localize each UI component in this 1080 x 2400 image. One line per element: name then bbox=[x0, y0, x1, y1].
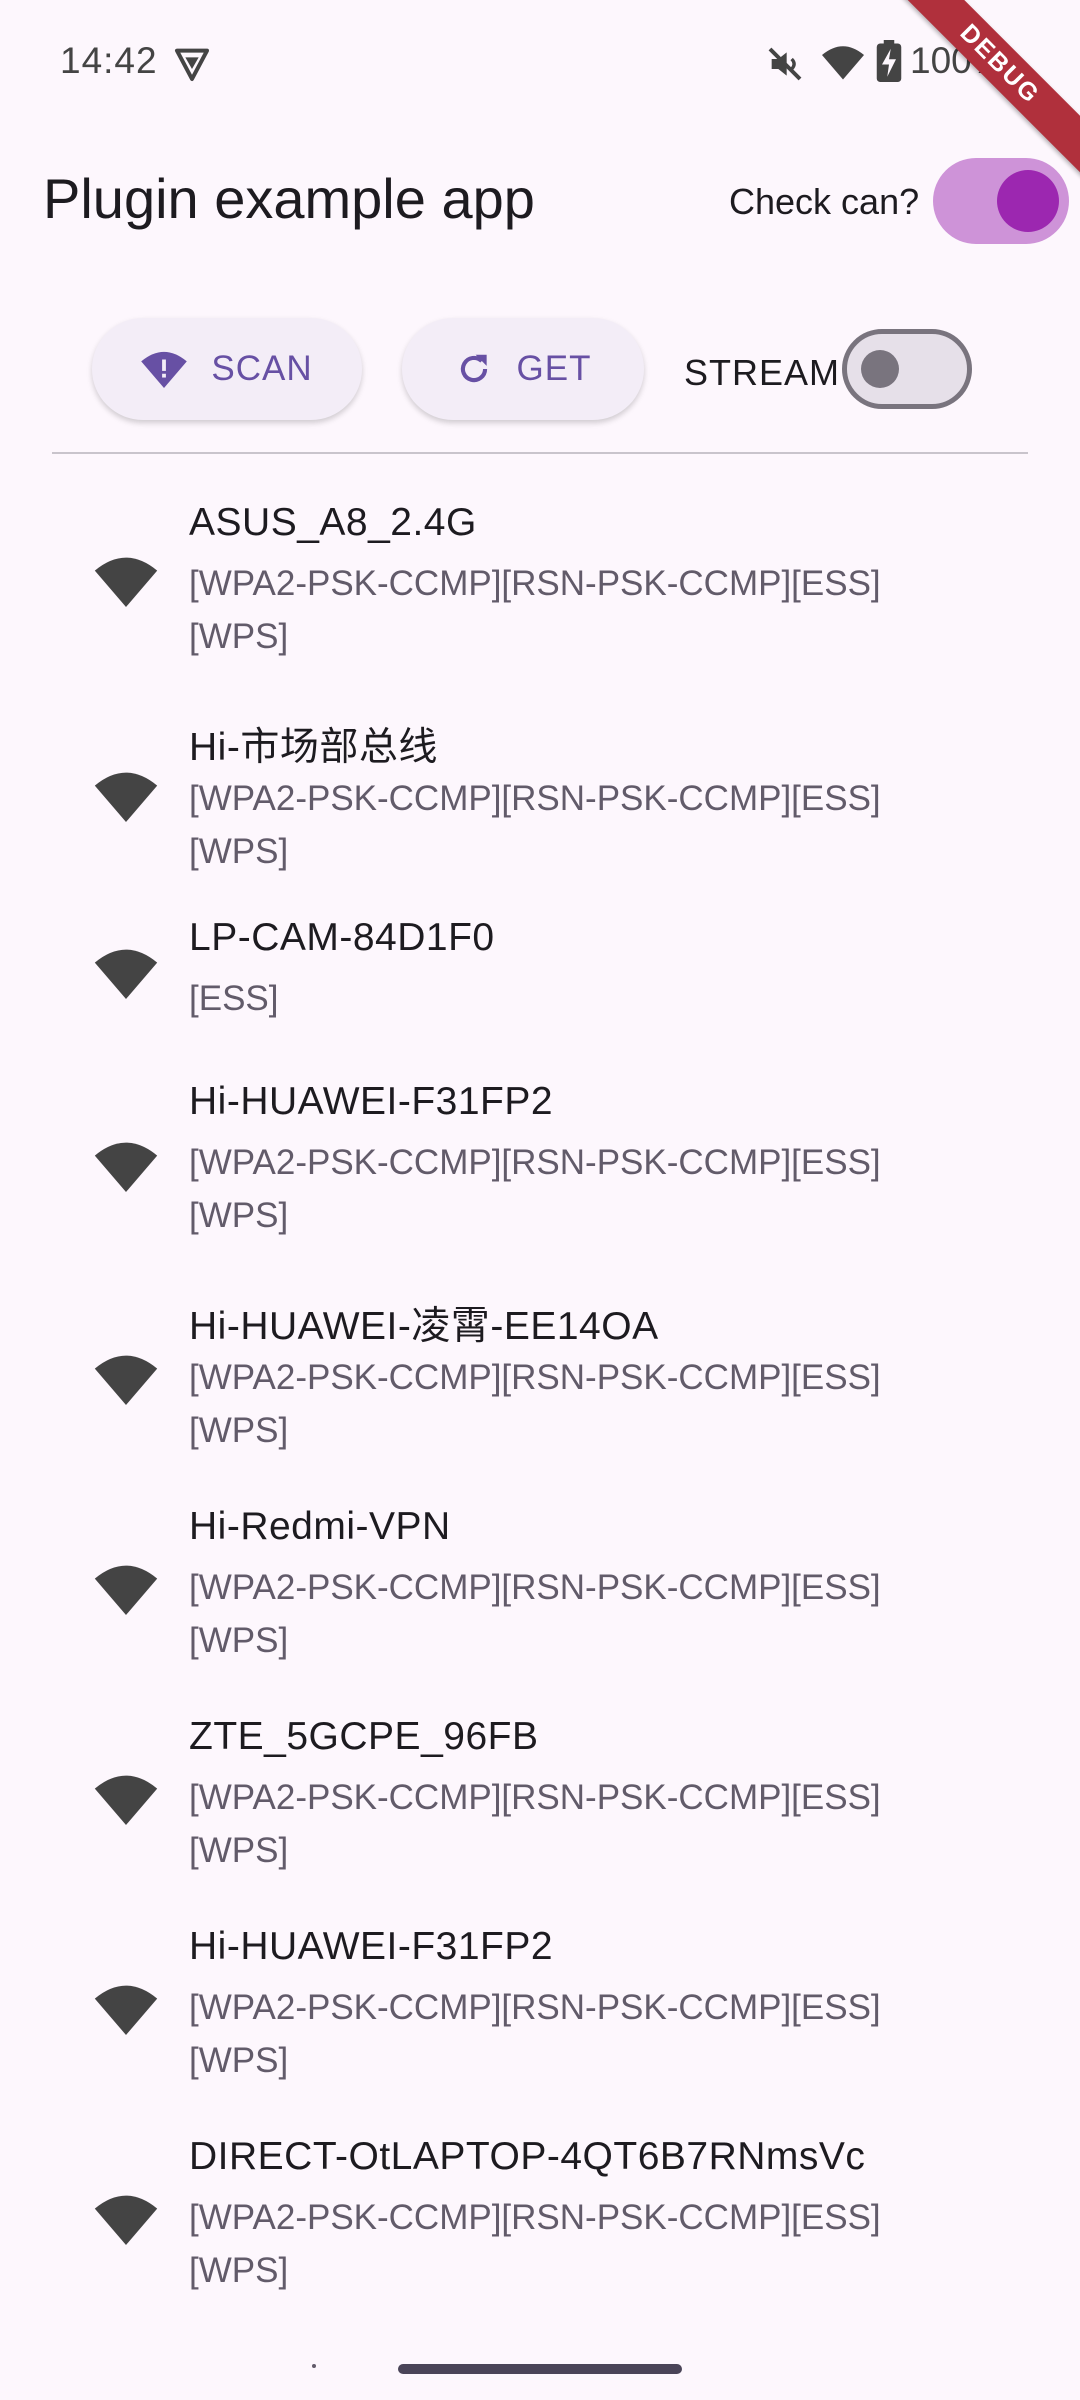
network-ssid: DIRECT-OtLAPTOP-4QT6B7RNmsVc bbox=[189, 2135, 866, 2178]
scan-button[interactable]: SCAN bbox=[92, 318, 362, 420]
list-item[interactable]: ASUS_A8_2.4G [WPA2-PSK-CCMP][RSN-PSK-CCM… bbox=[0, 455, 1080, 670]
list-item[interactable]: Hi-Redmi-VPN [WPA2-PSK-CCMP][RSN-PSK-CCM… bbox=[0, 1465, 1080, 1675]
network-capabilities: [WPA2-PSK-CCMP][RSN-PSK-CCMP][ESS] [WPS] bbox=[189, 1143, 881, 1235]
network-ssid: Hi-HUAWEI-F31FP2 bbox=[189, 1080, 554, 1123]
app-screen: 14:42 100% DEBUG Plugin example app Chec… bbox=[0, 0, 1080, 2400]
wifi-icon bbox=[94, 2195, 158, 2245]
network-capabilities: [WPA2-PSK-CCMP][RSN-PSK-CCMP][ESS] [WPS] bbox=[189, 1988, 881, 2080]
scan-label: SCAN bbox=[211, 349, 313, 388]
list-item[interactable]: Hi-HUAWEI-凌霄-EE14OA [WPA2-PSK-CCMP][RSN-… bbox=[0, 1255, 1080, 1465]
wifi-icon bbox=[94, 1985, 158, 2035]
check-can-label: Check can? bbox=[729, 181, 920, 222]
list-item[interactable]: DIRECT-OtLAPTOP-4QT6B7RNmsVc [WPA2-PSK-C… bbox=[0, 2095, 1080, 2305]
switch-thumb bbox=[997, 170, 1059, 232]
stream-switch[interactable] bbox=[842, 329, 972, 409]
battery-charging-icon bbox=[876, 40, 902, 82]
wifi-icon bbox=[94, 1355, 158, 1405]
network-ssid: Hi-Redmi-VPN bbox=[189, 1505, 451, 1548]
list-item[interactable]: Hi-HUAWEI-F31FP2 [WPA2-PSK-CCMP][RSN-PSK… bbox=[0, 1040, 1080, 1255]
network-ssid: ZTE_5GCPE_96FB bbox=[189, 1715, 539, 1758]
divider bbox=[52, 452, 1028, 454]
wifi-icon bbox=[94, 557, 158, 607]
list-item[interactable]: ZTE_5GCPE_96FB [WPA2-PSK-CCMP][RSN-PSK-C… bbox=[0, 1675, 1080, 1885]
network-ssid: LP-CAM-84D1F0 bbox=[189, 916, 495, 959]
wifi-icon bbox=[94, 772, 158, 822]
refresh-icon bbox=[460, 354, 487, 383]
wifi-icon bbox=[94, 1775, 158, 1825]
wifi-icon bbox=[94, 1565, 158, 1615]
switch-thumb bbox=[861, 350, 899, 388]
network-capabilities: [WPA2-PSK-CCMP][RSN-PSK-CCMP][ESS] [WPS] bbox=[189, 2198, 881, 2290]
network-capabilities: [WPA2-PSK-CCMP][RSN-PSK-CCMP][ESS] [WPS] bbox=[189, 564, 881, 656]
wifi-signal-icon bbox=[822, 46, 864, 80]
stream-label: STREAM bbox=[684, 352, 841, 393]
get-label: GET bbox=[516, 349, 592, 388]
wifi-find-icon bbox=[141, 351, 188, 388]
check-can-switch[interactable] bbox=[933, 158, 1069, 244]
wifi-icon bbox=[94, 1142, 158, 1192]
list-item[interactable]: LP-CAM-84D1F0 [ESS] bbox=[0, 890, 1080, 1040]
network-ssid: Hi-市场部总线 bbox=[189, 726, 438, 769]
network-ssid: Hi-HUAWEI-凌霄-EE14OA bbox=[189, 1305, 659, 1348]
network-ssid: Hi-HUAWEI-F31FP2 bbox=[189, 1925, 554, 1968]
mute-icon bbox=[768, 47, 802, 81]
network-capabilities: [WPA2-PSK-CCMP][RSN-PSK-CCMP][ESS] [WPS] bbox=[189, 1358, 881, 1450]
wifi-icon bbox=[94, 949, 158, 999]
network-capabilities: [WPA2-PSK-CCMP][RSN-PSK-CCMP][ESS] [WPS] bbox=[189, 779, 881, 871]
nav-dot bbox=[312, 2364, 316, 2368]
list-item[interactable]: Hi-市场部总线 [WPA2-PSK-CCMP][RSN-PSK-CCMP][E… bbox=[0, 670, 1080, 890]
list-item[interactable]: Hi-HUAWEI-F31FP2 [WPA2-PSK-CCMP][RSN-PSK… bbox=[0, 1885, 1080, 2095]
status-bar: 14:42 100% bbox=[0, 0, 1080, 120]
home-indicator[interactable] bbox=[398, 2364, 682, 2374]
status-time: 14:42 bbox=[60, 40, 158, 81]
network-capabilities: [ESS] bbox=[189, 979, 279, 1018]
network-capabilities: [WPA2-PSK-CCMP][RSN-PSK-CCMP][ESS] [WPS] bbox=[189, 1568, 881, 1660]
wifi-network-list: ASUS_A8_2.4G [WPA2-PSK-CCMP][RSN-PSK-CCM… bbox=[0, 455, 1080, 2305]
vpn-shield-icon bbox=[175, 48, 209, 81]
get-button[interactable]: GET bbox=[402, 318, 644, 420]
network-capabilities: [WPA2-PSK-CCMP][RSN-PSK-CCMP][ESS] [WPS] bbox=[189, 1778, 881, 1870]
network-ssid: ASUS_A8_2.4G bbox=[189, 501, 477, 544]
page-title: Plugin example app bbox=[43, 167, 535, 230]
